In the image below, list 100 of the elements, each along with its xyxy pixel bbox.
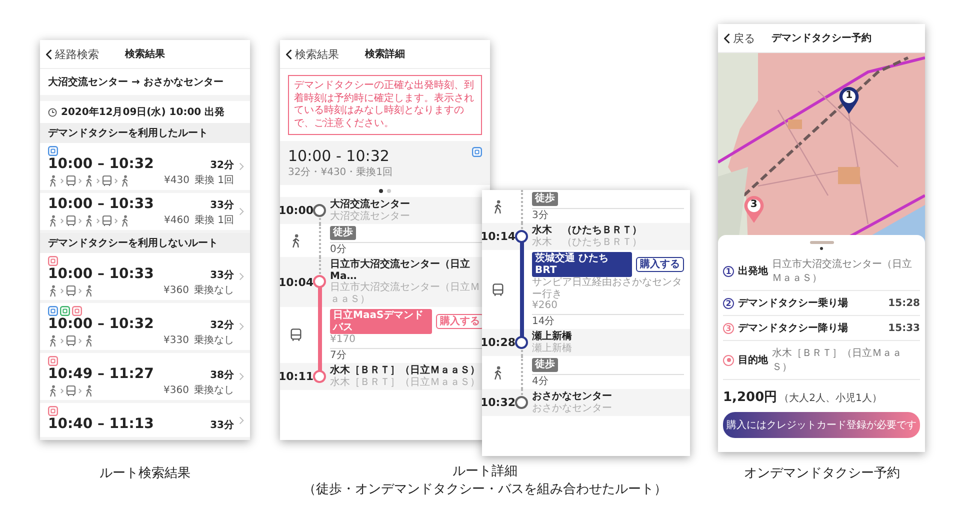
screen-title: 検索詳細 <box>365 48 405 61</box>
stop-time: 10:11 <box>280 370 314 383</box>
route-item[interactable]: 10:40 – 11:13 33分 <box>40 403 250 440</box>
walk-label: 徒歩 <box>330 226 356 240</box>
map-pin[interactable]: 3 <box>742 196 765 224</box>
stop-name: 瀬上新橋 <box>532 331 573 342</box>
stop-label: デマンドタクシー降り場 <box>738 322 848 335</box>
purchase-button[interactable]: 購入にはクレジットカード登録が必要です <box>723 412 920 438</box>
leg-duration: 14分 <box>532 316 556 327</box>
route-duration: 32分 <box>210 318 234 333</box>
stop-time: 10:14 <box>482 230 516 243</box>
stop-time: 15:28 <box>888 298 920 308</box>
page-dot[interactable] <box>387 189 391 193</box>
fare-text: ¥170 <box>330 334 356 346</box>
stop-label: 目的地 <box>738 354 768 367</box>
stop-subtitle: 水木 （ひたちＢＲＴ） <box>532 236 643 248</box>
walking-icon <box>48 334 58 346</box>
route-duration: 33分 <box>210 268 234 283</box>
bus-icon <box>102 174 112 186</box>
chevron-icon <box>239 272 244 281</box>
transfer-count: 乗換なし <box>194 284 234 297</box>
bus-icon <box>66 384 76 396</box>
route-duration: 38分 <box>210 368 234 383</box>
fare-text: ¥260 <box>532 300 558 312</box>
destination-text: サンピア日立経由おさかなセンター行き <box>532 277 683 300</box>
walk-label: 徒歩 <box>532 192 558 206</box>
price-note: （大人2人、小児1人） <box>779 392 882 405</box>
stop-time: 10:32 <box>482 396 516 409</box>
route-item[interactable]: 10:49 – 11:27 38分 ¥360 乗換なし <box>40 353 250 403</box>
chevron-icon <box>239 162 244 171</box>
bus-line-label: 日立MaaSデマンドバス <box>330 309 432 334</box>
back-button[interactable]: 戻る <box>724 30 755 46</box>
stop-subtitle: 水木［ＢＲＴ］（日立ＭａａＳ） <box>330 376 481 388</box>
back-icon <box>286 48 292 60</box>
bus-icon <box>66 284 76 296</box>
route-fare: ¥360 <box>164 384 189 397</box>
leg-duration: 7分 <box>330 350 348 361</box>
caption: ルート検索結果 <box>100 465 190 482</box>
chevron-icon <box>239 207 244 216</box>
chevron-icon <box>78 288 82 294</box>
departure-time: 2020年12月09日(水) 10:00 出発 <box>61 106 225 119</box>
route-item[interactable]: 10:00 – 10:33 33分 ¥360 乗換なし <box>40 253 250 303</box>
route-time: 10:00 – 10:32 <box>48 156 154 172</box>
walking-icon <box>84 284 94 296</box>
buy-button[interactable]: 購入する <box>636 256 684 272</box>
caption: ルート詳細 <box>452 463 518 480</box>
stop-number: 3 <box>723 322 734 334</box>
transfer-count: 乗換なし <box>194 384 234 397</box>
walking-icon <box>492 366 504 380</box>
walking-icon <box>48 214 58 226</box>
price: 1,200円 <box>723 389 778 406</box>
chevron-icon <box>60 388 64 394</box>
stop-label: デマンドタクシー乗り場 <box>738 296 848 310</box>
stop-number: 1 <box>723 266 734 276</box>
back-button[interactable]: 経路検索 <box>46 46 99 62</box>
route-time: 10:40 – 11:13 <box>48 416 154 432</box>
route-item[interactable]: 10:00 – 10:32 32分 ¥430 乗換 1回 <box>40 143 250 193</box>
walking-icon <box>84 214 94 226</box>
chevron-icon <box>96 178 100 184</box>
leg-duration: 0分 <box>330 244 348 255</box>
section-heading: デマンドタクシーを利用しないルート <box>40 233 250 253</box>
route-time: 10:00 – 10:33 <box>48 266 154 282</box>
route-fare: ¥460 <box>164 214 190 227</box>
map-pin[interactable]: 1 <box>838 87 860 116</box>
leg-duration: 4分 <box>532 376 550 387</box>
stop-name: おさかなセンター <box>532 391 613 402</box>
stop-name: 水木 （ひたちＢＲＴ） <box>532 225 643 236</box>
page-dot[interactable] <box>379 189 383 193</box>
walking-icon <box>84 384 94 396</box>
route-time: 10:00 – 10:33 <box>48 196 154 212</box>
stop-time: 10:28 <box>482 336 516 349</box>
section-heading: デマンドタクシーを利用したルート <box>40 123 250 143</box>
route-fare: ¥330 <box>164 334 189 347</box>
route-time: 10:00 – 10:32 <box>48 316 154 332</box>
bus-icon <box>102 214 112 226</box>
walking-icon <box>120 174 130 186</box>
walking-icon <box>290 234 302 248</box>
route-summary: 32分・¥430・乗換1回 <box>288 166 393 179</box>
stop-subtitle: おさかなセンター <box>532 402 613 414</box>
back-button[interactable]: 検索結果 <box>286 46 339 62</box>
sheet-handle[interactable] <box>810 241 834 244</box>
chevron-icon <box>239 322 244 331</box>
stop-label: 出発地 <box>738 264 768 278</box>
stop-number: 2 <box>723 298 734 308</box>
chevron-icon <box>78 388 82 394</box>
chevron-icon <box>60 218 64 224</box>
stop-time: 15:33 <box>888 322 920 334</box>
caption: （徒歩・オンデマンドタクシー・バスを組み合わせたルート） <box>303 481 667 498</box>
transfer-count: 乗換なし <box>194 334 234 347</box>
stop-name: 日立市大沼交流センター（日立Ma… <box>330 259 471 282</box>
bus-icon <box>290 328 302 342</box>
route-time: 10:49 – 11:27 <box>48 366 154 382</box>
stop-name: 水木［ＢＲＴ］（日立ＭａａＳ） <box>330 365 481 376</box>
notice-box: デマンドタクシーの正確な出発時刻、到着時刻は予約時に確定します。表示されている時刻はみなし時刻となりますので、ご注意ください。 <box>288 75 482 135</box>
route-fare: ¥430 <box>164 174 190 187</box>
route-item[interactable]: 10:00 – 10:32 32分 ¥330 乗換なし <box>40 303 250 353</box>
bus-icon <box>66 214 76 226</box>
stop-name: 日立市大沼交流センター（日立ＭａａＳ） <box>772 258 913 285</box>
leg-duration: 3分 <box>532 210 550 221</box>
stop-subtitle: 大沼交流センター <box>330 210 411 222</box>
